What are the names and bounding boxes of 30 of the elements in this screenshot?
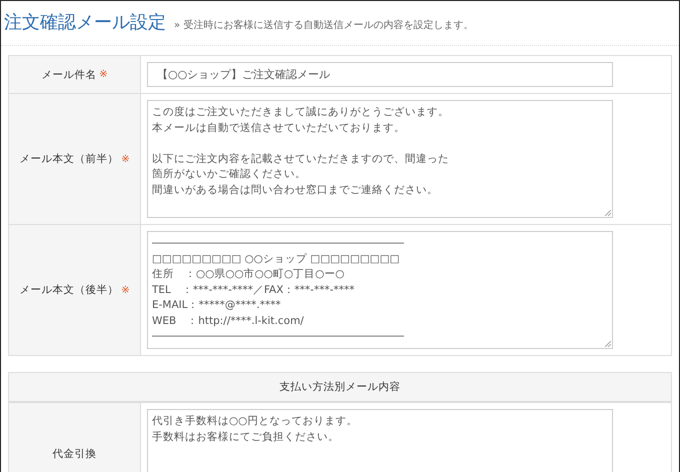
section-heading: 支払い方法別メール内容 [280,381,400,393]
text-line: □□□□□□□□□ ○○ショップ □□□□□□□□□ [152,252,401,266]
text-line: WEB ：http://****.l-kit.com/ [152,314,305,328]
text-line: 本メールは自動で送信させていただいております。 [152,120,406,136]
text-line: 箇所がないかご確認ください。 [152,167,307,182]
body-textarea[interactable]: この度はご注文いただきまして誠にありがとうございます。 本メールは自動で送信させていただいております。 以下にご注文内容を記載させていただきますので、間違った 箇所がないかご確認ください。 間違いがある場合は問い合わせ窓口までご連絡ください。 [147,100,613,218]
text-line: ―――――――――――――――――――――――― [152,236,405,251]
field-label: メール件名 [41,68,96,82]
text-line: 手数料はお客様にてご負担ください。 [152,430,340,444]
resize-handle-icon[interactable] [605,341,611,347]
text-line: この度はご注文いただきまして誠にありがとうございます。 [152,105,450,120]
text-line: 以下にご注文内容を記載させていただきますので、間違った [152,152,450,166]
required-mark: ※ [99,69,108,80]
body-textarea[interactable]: 代引き手数料は○○円となっております。 手数料はお客様にてご負担ください。 [147,409,613,472]
text-line: 代引き手数料は○○円となっております。 [152,414,358,429]
page-title: 注文確認メール設定 [4,11,166,34]
body-textarea[interactable]: ―――――――――――――――――――――――― □□□□□□□□□ ○○ショップ □□□□□□□□□ 住所 ：○○県○○市○○町○丁目○ー○ TEL ：***-***-****／FAX：***-***-**** E-MAIL：*****@****.**** WEB ：http://****.l-kit.com/ ―――――――――――――――――――――――― [147,231,613,349]
text-line: 間違いがある場合は問い合わせ窓口までご連絡ください。 [152,182,439,198]
required-mark: ※ [121,154,130,164]
field-label: メール本文（後半） [19,283,118,297]
page-description: » 受注時にお客様に送信する自動送信メールの内容を設定します。 [174,18,474,32]
text-line: ―――――――――――――――――――――――― [152,329,405,344]
subject-input[interactable]: 【○○ショップ】ご注文確認メール [147,62,613,87]
field-label: メール本文（前半） [19,152,118,166]
text-line: E-MAIL：*****@****.**** [152,298,282,313]
resize-handle-icon[interactable] [605,210,611,216]
required-mark: ※ [121,284,130,296]
text-line: 住所 ：○○県○○市○○町○丁目○ー○ [152,267,346,282]
text-line: TEL ：***-***-****／FAX：***-***-**** [152,282,356,298]
field-label: 代金引換 [52,447,96,461]
